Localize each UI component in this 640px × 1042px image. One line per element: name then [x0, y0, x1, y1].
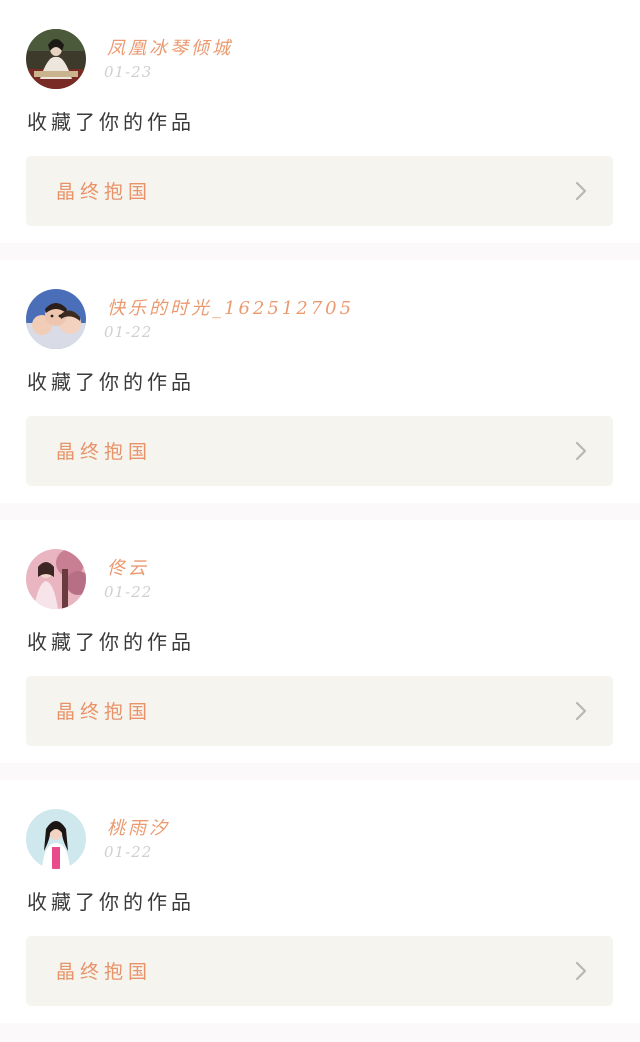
work-link-card[interactable]: 晶终抱国 — [26, 156, 613, 226]
chevron-right-icon — [575, 961, 587, 981]
work-title: 晶终抱国 — [56, 961, 153, 983]
notification-card: 桃雨汐 01-22 收藏了你的作品 晶终抱国 — [0, 780, 640, 1023]
username[interactable]: 快乐的时光_162512705 — [107, 294, 354, 320]
avatar-photo-children-group — [26, 289, 86, 349]
action-text: 收藏了你的作品 — [27, 110, 195, 134]
avatar-photo-pink-blossom — [26, 549, 86, 609]
action-text: 收藏了你的作品 — [27, 890, 195, 914]
timestamp: 01-23 — [104, 63, 153, 81]
avatar-photo-woman-dark-hair — [26, 809, 86, 869]
work-link-card[interactable]: 晶终抱国 — [26, 676, 613, 746]
chevron-right-icon — [575, 181, 587, 201]
work-link-card[interactable]: 晶终抱国 — [26, 936, 613, 1006]
username[interactable]: 佟云 — [107, 554, 149, 580]
work-link-card[interactable]: 晶终抱国 — [26, 416, 613, 486]
chevron-right-icon — [575, 441, 587, 461]
avatar-photo-woman-white-dress — [26, 29, 86, 89]
user-avatar[interactable] — [26, 289, 86, 349]
work-title: 晶终抱国 — [56, 441, 153, 463]
notification-card: 佟云 01-22 收藏了你的作品 晶终抱国 — [0, 520, 640, 763]
user-avatar[interactable] — [26, 29, 86, 89]
user-avatar[interactable] — [26, 549, 86, 609]
notification-card: 快乐的时光_162512705 01-22 收藏了你的作品 晶终抱国 — [0, 260, 640, 503]
timestamp: 01-22 — [104, 583, 153, 601]
user-avatar[interactable] — [26, 809, 86, 869]
chevron-right-icon — [575, 701, 587, 721]
work-title: 晶终抱国 — [56, 701, 153, 723]
notification-card: 凤凰冰琴倾城 01-23 收藏了你的作品 晶终抱国 — [0, 0, 640, 243]
username[interactable]: 凤凰冰琴倾城 — [107, 34, 233, 60]
username[interactable]: 桃雨汐 — [107, 814, 170, 840]
work-title: 晶终抱国 — [56, 181, 153, 203]
notification-feed: 凤凰冰琴倾城 01-23 收藏了你的作品 晶终抱国 快乐的时光_16251270… — [0, 0, 640, 1042]
timestamp: 01-22 — [104, 843, 153, 861]
timestamp: 01-22 — [104, 323, 153, 341]
action-text: 收藏了你的作品 — [27, 630, 195, 654]
action-text: 收藏了你的作品 — [27, 370, 195, 394]
